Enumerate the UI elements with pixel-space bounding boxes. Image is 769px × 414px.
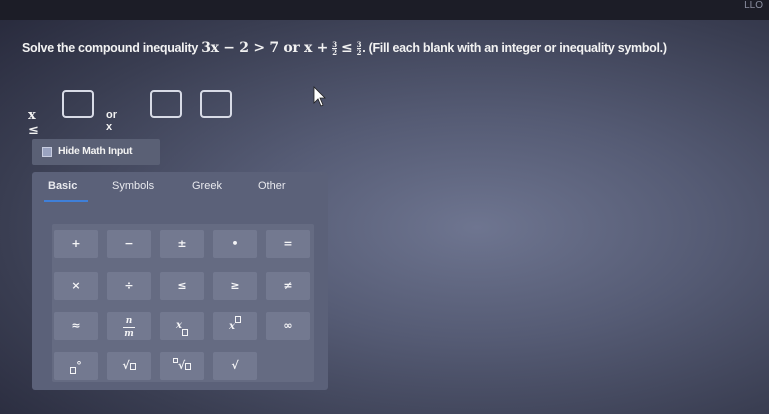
nth-root-key[interactable]: √ [160,352,204,380]
answer-blank-1[interactable] [62,90,94,118]
question-text: Solve the compound inequality 3x − 2 > 7… [22,40,667,56]
mouse-pointer-icon [313,86,326,107]
less-equal-key[interactable]: ≤ [160,272,204,300]
square-root-key[interactable]: √ [107,352,151,380]
superscript-key[interactable]: x [213,312,257,340]
plus-minus-key[interactable]: ± [160,230,204,258]
greater-equal-key[interactable]: ≥ [213,272,257,300]
answer-blank-2[interactable] [150,90,182,118]
tab-greek[interactable]: Greek [192,180,222,192]
hide-math-input-label: Hide Math Input [58,145,133,157]
placeholder-icon [185,362,192,370]
hide-math-input-button[interactable]: Hide Math Input [32,139,160,165]
fraction-key[interactable]: n m [107,312,151,340]
not-equal-key[interactable]: ≠ [266,272,310,300]
tab-symbols[interactable]: Symbols [112,180,154,192]
placeholder-icon [234,316,241,323]
answer-or-label: or x [106,109,117,133]
degree-key[interactable]: ° [54,352,98,380]
checkbox-icon [42,147,52,157]
divide-key[interactable]: ÷ [107,272,151,300]
question-prefix: Solve the compound inequality [22,41,199,55]
question-suffix: . (Fill each blank with an integer or in… [362,41,667,55]
subscript-key[interactable]: x [160,312,204,340]
question-math-1: 3x − 2 > 7 or x + [201,40,329,56]
placeholder-icon [129,362,136,370]
answer-blank-3[interactable] [200,90,232,118]
equals-key[interactable]: = [266,230,310,258]
root-symbol: √ [177,359,186,372]
plus-key[interactable]: + [54,230,98,258]
fraction-denominator: m [124,329,134,339]
dot-key[interactable]: • [213,230,257,258]
placeholder-icon [181,329,188,336]
corner-text: LLO [744,0,763,11]
tab-other[interactable]: Other [258,180,286,192]
math-input-panel: Basic Symbols Greek Other + − ± • = × ÷ … [32,172,328,390]
radical-key[interactable]: √ [213,352,257,380]
fraction-1: 32 [332,40,337,58]
times-key[interactable]: × [54,272,98,300]
infinity-key[interactable]: ∞ [266,312,310,340]
fraction-bar [123,327,135,328]
question-math-2: ≤ [341,40,353,56]
keypad: + − ± • = × ÷ ≤ ≥ ≠ ≈ n m x x ∞ ° √ √ √ [52,224,314,382]
sqrt-symbol: √ [122,359,130,372]
minus-key[interactable]: − [107,230,151,258]
degree-symbol: ° [76,359,82,372]
fraction-numerator: n [125,316,133,326]
top-bar: LLO [0,0,769,20]
tab-basic[interactable]: Basic [48,180,77,192]
answer-var-1: x ≤ [28,108,39,138]
approx-key[interactable]: ≈ [54,312,98,340]
fraction-2: 32 [356,40,362,58]
active-tab-indicator [44,200,88,202]
